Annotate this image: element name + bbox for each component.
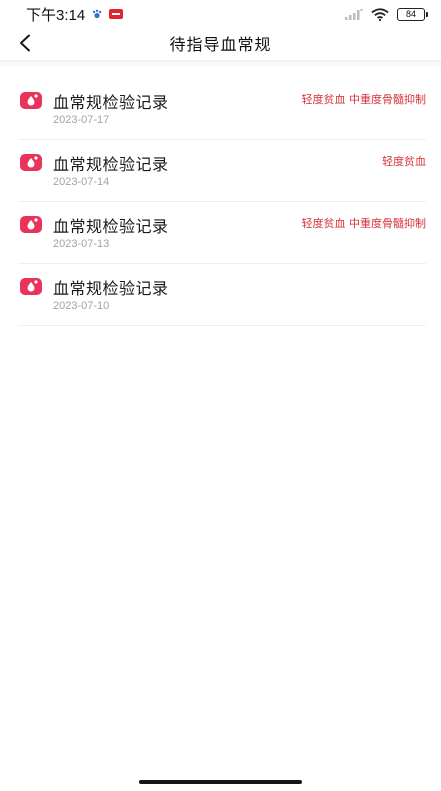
record-item[interactable]: 血常规检验记录 2023-07-13 轻度贫血 中重度骨髓抑制 (18, 202, 426, 264)
blood-test-icon (20, 154, 42, 171)
record-date: 2023-07-10 (53, 300, 110, 312)
header-divider (0, 60, 441, 68)
chevron-left-icon (20, 34, 30, 52)
home-indicator[interactable] (139, 780, 302, 784)
record-tags: 轻度贫血 中重度骨髓抑制 (301, 93, 427, 106)
record-title: 血常规检验记录 (53, 155, 169, 174)
signal-icon (345, 8, 363, 20)
status-bar: 下午3:14 84 (0, 0, 441, 28)
battery-level: 84 (405, 9, 416, 19)
record-title: 血常规检验记录 (53, 93, 169, 112)
record-title: 血常规检验记录 (53, 217, 169, 236)
back-button[interactable] (12, 30, 38, 56)
blood-test-icon (20, 216, 42, 233)
record-item[interactable]: 血常规检验记录 2023-07-17 轻度贫血 中重度骨髓抑制 (18, 78, 426, 140)
record-list: 血常规检验记录 2023-07-17 轻度贫血 中重度骨髓抑制 血常规检验记录 … (18, 78, 426, 326)
blood-test-icon (20, 92, 42, 109)
record-tags: 轻度贫血 (382, 155, 426, 168)
nav-bar: 待指导血常规 (0, 28, 441, 58)
status-time: 下午3:14 (26, 6, 86, 24)
page-title: 待指导血常规 (169, 35, 272, 54)
wifi-icon (371, 7, 389, 21)
notification-paw-icon (93, 9, 102, 19)
battery-icon: 84 (397, 7, 428, 21)
record-item[interactable]: 血常规检验记录 2023-07-14 轻度贫血 (18, 140, 426, 202)
record-title: 血常规检验记录 (53, 279, 169, 298)
record-date: 2023-07-14 (53, 176, 110, 188)
blood-test-icon (20, 278, 42, 295)
record-item[interactable]: 血常规检验记录 2023-07-10 (18, 264, 426, 326)
record-tags: 轻度贫血 中重度骨髓抑制 (301, 217, 427, 230)
record-date: 2023-07-13 (53, 238, 110, 250)
notification-app-icon (109, 9, 124, 19)
record-date: 2023-07-17 (53, 114, 110, 126)
